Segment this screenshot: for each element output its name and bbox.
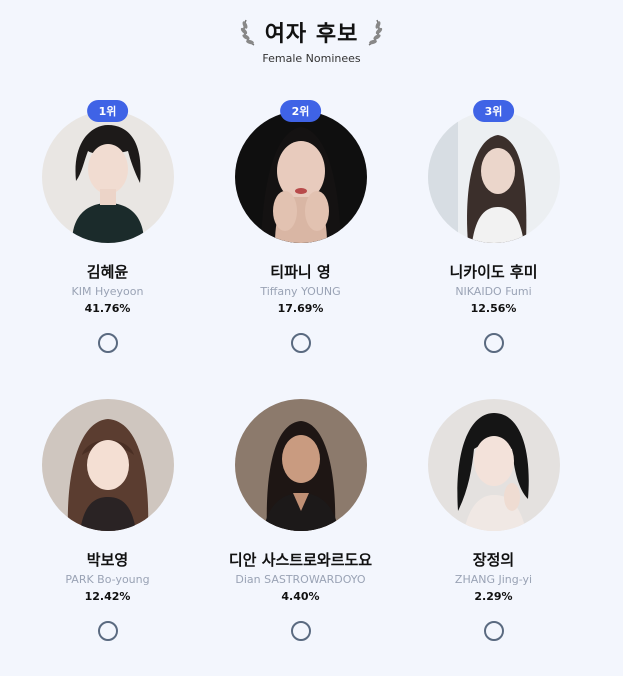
vote-radio[interactable] <box>97 621 118 641</box>
vote-radio[interactable] <box>97 333 118 353</box>
vote-radio[interactable] <box>483 621 504 641</box>
avatar <box>234 399 367 531</box>
vote-percentage: 17.69% <box>277 302 324 315</box>
nominee-english-name: ZHANG Jing-yi <box>454 573 533 586</box>
vote-radio[interactable] <box>290 333 311 353</box>
page-title: 여자 후보 <box>264 22 359 47</box>
nominee-english-name: NIKAIDO Fumi <box>455 285 532 298</box>
nominee-english-name: Dian SASTROWARDOYO <box>235 573 366 586</box>
nominee-name: 디안 사스트로와르도요 <box>228 551 373 569</box>
nominee-card: 디안 사스트로와르도요 Dian SASTROWARDOYO 4.40% <box>204 388 397 676</box>
laurel-left-icon <box>240 19 255 46</box>
portrait-image <box>427 399 560 531</box>
vote-radio[interactable] <box>483 333 504 353</box>
vote-percentage: 2.29% <box>474 590 513 603</box>
nominee-card: 2위 티파니 영 Tiffany YOUNG 17.69% <box>204 100 397 388</box>
nominee-grid: 1위 김혜윤 KIM Hyeyoon 41.76% 2위 티파니 영 Tiffa… <box>11 100 611 676</box>
avatar <box>427 111 560 243</box>
vote-percentage: 41.76% <box>84 302 131 315</box>
avatar <box>234 111 367 243</box>
avatar <box>41 399 174 531</box>
nominee-name: 박보영 <box>86 551 129 569</box>
nominee-card: 3위 니카이도 후미 NIKAIDO Fumi 12.56% <box>397 100 590 388</box>
laurel-right-icon <box>368 19 383 46</box>
header: 여자 후보 Female Nominees <box>0 14 623 65</box>
nominee-card: 1위 김혜윤 KIM Hyeyoon 41.76% <box>11 100 204 388</box>
portrait-image <box>427 111 560 243</box>
nominee-english-name: KIM Hyeyoon <box>71 285 144 298</box>
avatar <box>427 399 560 531</box>
portrait-image <box>234 399 367 531</box>
rank-badge: 3위 <box>472 100 515 122</box>
nominee-name: 니카이도 후미 <box>449 263 538 281</box>
vote-percentage: 12.56% <box>470 302 517 315</box>
nominee-english-name: Tiffany YOUNG <box>260 285 341 298</box>
vote-percentage: 4.40% <box>281 590 320 603</box>
nominee-name: 장정의 <box>472 551 515 569</box>
avatar <box>41 111 174 243</box>
vote-percentage: 12.42% <box>84 590 131 603</box>
vote-radio[interactable] <box>290 621 311 641</box>
rank-badge: 1위 <box>86 100 129 122</box>
portrait-image <box>41 111 174 243</box>
nominee-card: 장정의 ZHANG Jing-yi 2.29% <box>397 388 590 676</box>
title-row: 여자 후보 <box>0 14 623 50</box>
rank-badge: 2위 <box>279 100 322 122</box>
page-subtitle: Female Nominees <box>262 52 361 65</box>
nominee-card: 박보영 PARK Bo-young 12.42% <box>11 388 204 676</box>
nominee-name: 김혜윤 <box>86 263 129 281</box>
nominee-english-name: PARK Bo-young <box>65 573 150 586</box>
portrait-image <box>41 399 174 531</box>
portrait-image <box>234 111 367 243</box>
nominee-name: 티파니 영 <box>270 263 331 281</box>
